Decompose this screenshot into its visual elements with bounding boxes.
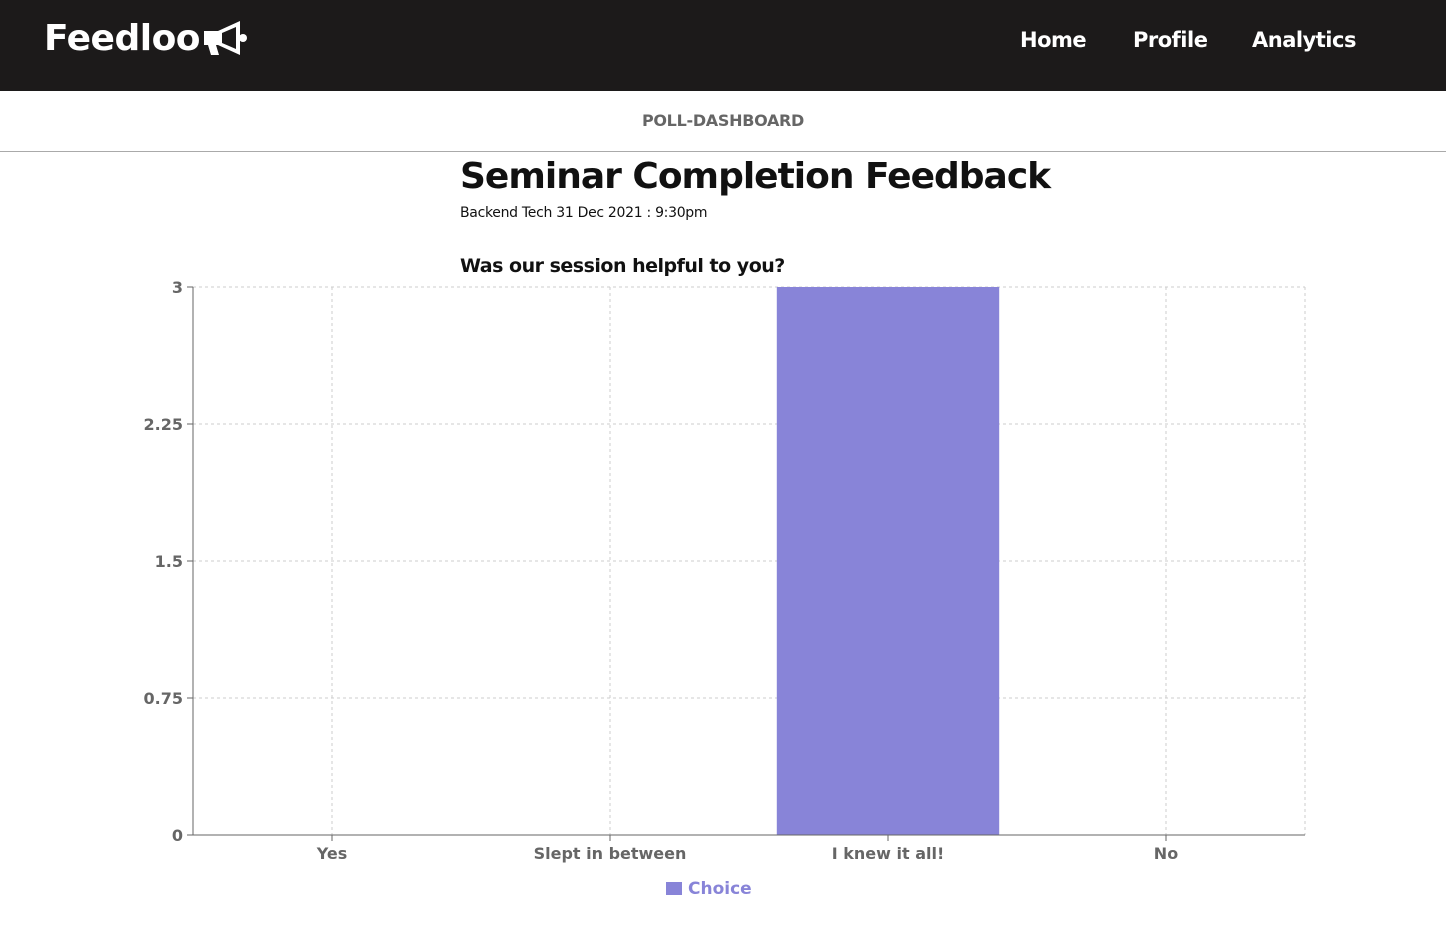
y-tick-label: 3	[172, 278, 183, 297]
x-tick-label: Slept in between	[534, 844, 687, 863]
bar-chart: 0 0.75 1.5 2.25 3 Yes Slept in between I knew i…	[144, 278, 1306, 899]
y-tick-label: 2.25	[144, 415, 183, 434]
legend-label: Choice	[688, 879, 752, 899]
legend-swatch	[666, 882, 682, 895]
x-tick-label: I knew it all!	[832, 844, 945, 863]
y-tick-label: 0.75	[144, 689, 183, 708]
y-tick-label: 0	[172, 826, 183, 845]
bar-i-knew-it-all-	[776, 287, 1000, 835]
x-tick-label: No	[1154, 844, 1178, 863]
y-tick-label: 1.5	[155, 552, 183, 571]
x-tick-label: Yes	[316, 844, 348, 863]
